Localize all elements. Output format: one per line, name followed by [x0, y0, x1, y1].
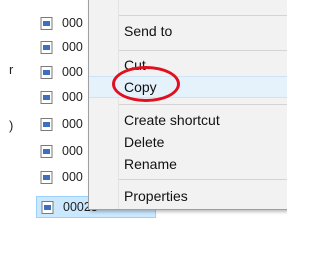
- menu-item-rename[interactable]: Rename: [89, 153, 287, 175]
- menu-item-label: Cut: [124, 57, 146, 73]
- file-icon: [40, 144, 53, 158]
- screenshot-stage: r ) 000 000 000 000 000 000 000 00023 Se…: [0, 0, 287, 254]
- menu-separator: [119, 179, 287, 180]
- menu-item-send-to[interactable]: Send to: [89, 20, 287, 42]
- context-menu: Send to Cut Copy Create shortcut Delete …: [88, 0, 287, 210]
- menu-item-delete[interactable]: Delete: [89, 131, 287, 153]
- file-name: 000: [62, 170, 83, 184]
- file-icon: [40, 117, 53, 131]
- left-pane-fragment-1: r: [9, 62, 14, 77]
- menu-item-create-shortcut[interactable]: Create shortcut: [89, 109, 287, 131]
- file-name: 000: [62, 144, 83, 158]
- file-name: 000: [62, 16, 83, 30]
- file-icon: [40, 16, 53, 30]
- menu-item-properties[interactable]: Properties: [89, 185, 287, 207]
- file-name: 000: [62, 40, 83, 54]
- menu-item-label: Rename: [124, 156, 177, 172]
- file-name: 000: [62, 117, 83, 131]
- file-name: 000: [62, 65, 83, 79]
- menu-item-label: Properties: [124, 188, 188, 204]
- left-pane-fragment-2: ): [9, 118, 14, 133]
- menu-item-copy[interactable]: Copy: [89, 76, 287, 98]
- menu-separator: [119, 104, 287, 105]
- menu-separator: [119, 50, 287, 51]
- menu-item-label: Delete: [124, 134, 165, 150]
- file-icon: [40, 90, 53, 104]
- file-icon: [40, 65, 53, 79]
- menu-item-label: Copy: [124, 79, 157, 95]
- menu-separator: [119, 15, 287, 16]
- menu-item-cut[interactable]: Cut: [89, 54, 287, 76]
- file-name: 000: [62, 90, 83, 104]
- menu-item-label: Create shortcut: [124, 112, 220, 128]
- file-icon: [40, 170, 53, 184]
- menu-item-label: Send to: [124, 23, 173, 39]
- file-icon: [41, 200, 54, 214]
- file-icon: [40, 40, 53, 54]
